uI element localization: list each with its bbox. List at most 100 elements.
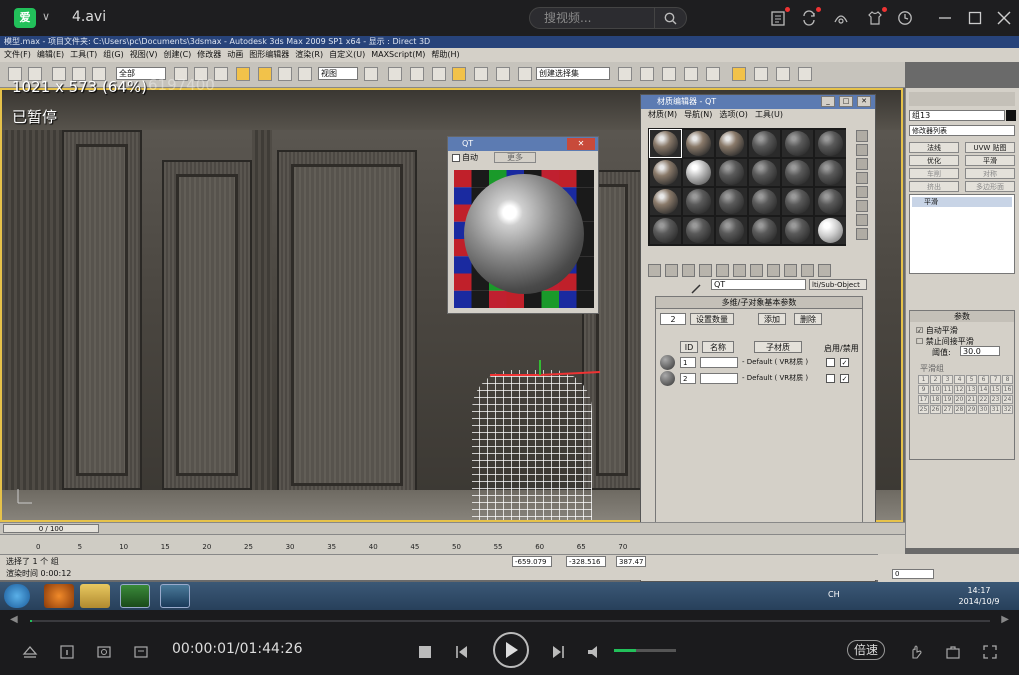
volume-fill [614, 649, 636, 652]
material-slot [649, 129, 682, 158]
toolbox-icon[interactable] [943, 642, 963, 662]
material-slot [815, 217, 846, 244]
timeline-tick-label: 55 [493, 543, 503, 551]
material-name-field: QT [711, 279, 806, 290]
material-editor-window: 材质编辑器 - QT _ □ ✕ 材质(M) 导航(N) 选项(O) 工具(U) QT… [640, 94, 876, 582]
volume-slider[interactable] [614, 649, 676, 652]
play-icon [506, 642, 518, 658]
snapshot-icon[interactable] [94, 642, 114, 662]
smooth-group-button: 11 [942, 385, 953, 394]
maximize-icon[interactable] [966, 9, 984, 27]
material-slot [716, 188, 747, 215]
clock-icon[interactable] [896, 9, 914, 27]
maximize-icon: □ [839, 96, 853, 107]
info-icon[interactable] [57, 642, 77, 662]
animation-controls: 0 [878, 554, 1019, 582]
fullscreen-icon[interactable] [980, 642, 1000, 662]
eject-icon[interactable] [20, 642, 40, 662]
material-slot [815, 130, 846, 157]
reference-coord: 视图 [318, 67, 358, 80]
material-slot [749, 159, 780, 186]
object-name-field: 组13 [909, 110, 1005, 121]
material-slot [749, 188, 780, 215]
auto-label: 自动 [462, 153, 478, 162]
material-slot-sphere [686, 131, 711, 156]
player-app-icon [44, 584, 74, 608]
smooth-group-button: 20 [954, 395, 965, 404]
clock-date: 2014/10/9 [958, 597, 1000, 606]
history-queue-icon[interactable] [769, 7, 790, 27]
submaterial-swatch [660, 371, 675, 386]
minimize-icon[interactable] [936, 9, 954, 27]
rotate-icon [278, 67, 292, 81]
material-slot-sphere [785, 160, 810, 185]
volume-icon[interactable] [585, 642, 605, 662]
checker-cell [559, 170, 577, 188]
app-logo-icon[interactable]: 爱 [14, 8, 36, 28]
threshold-field: 30.0 [960, 346, 1000, 356]
search-input[interactable] [544, 10, 654, 26]
wireframe-ornament [472, 370, 592, 520]
max-menu-item: 动画 [227, 50, 244, 59]
x-coordinate: -659.079 [512, 556, 552, 567]
sort-name-button: 名称 [702, 341, 734, 353]
play-button[interactable] [493, 632, 529, 668]
progress-track[interactable] [30, 620, 990, 622]
material-slot-sphere [653, 131, 678, 156]
timeline-tick-label: 0 [36, 543, 41, 551]
timeline-tick-label: 45 [410, 543, 420, 551]
smooth-group-button: 12 [954, 385, 965, 394]
skin-icon[interactable] [866, 7, 887, 27]
previous-icon[interactable] [452, 642, 472, 662]
submaterial-row: 2 - Default ( VR材质 ) ✓ [660, 371, 856, 386]
checker-cell [576, 290, 594, 308]
gesture-icon[interactable] [832, 9, 850, 27]
material-slot-sphere [818, 131, 843, 156]
smooth-params-rollout: 参数 ☑ 自动平滑 ☐ 禁止间接平滑 阈值: 30.0 平滑组 12345678… [909, 310, 1015, 460]
material-slot-sphere [752, 160, 777, 185]
max-menu-item: 创建(C) [163, 50, 192, 59]
time-slider-thumb: 0 / 100 [3, 524, 99, 533]
seek-back-icon[interactable]: ◀ [10, 614, 18, 625]
checker-cell [489, 290, 507, 308]
set-count-button: 设置数量 [690, 313, 734, 325]
search-button[interactable] [654, 7, 686, 29]
timeline-tick-label: 60 [535, 543, 545, 551]
status-selected: 选择了 1 个 组 -659.079 -328.516 387.47 [0, 554, 905, 568]
render-setup-icon [754, 67, 768, 81]
delete-button: 删除 [794, 313, 822, 325]
material-slot [749, 217, 780, 244]
checker-cell [576, 170, 594, 188]
sync-icon[interactable] [800, 7, 821, 27]
material-slot-sphere [686, 189, 711, 214]
material-slot [650, 159, 681, 186]
checker-background [454, 170, 594, 308]
close-icon[interactable] [995, 9, 1013, 27]
smooth-group-button: 19 [942, 395, 953, 404]
smooth-group-button: 28 [954, 405, 965, 414]
timeline-tick-label: 10 [119, 543, 129, 551]
chevron-down-icon[interactable]: ∨ [42, 10, 50, 23]
smooth-group-button: 2 [930, 375, 941, 384]
seek-forward-icon[interactable]: ▶ [1001, 614, 1009, 625]
hand-gesture-icon[interactable] [906, 642, 926, 662]
search-box [529, 7, 687, 29]
modifier-button: 挤出 [909, 181, 959, 192]
material-editor-menu: 材质(M) 导航(N) 选项(O) 工具(U) [641, 109, 875, 121]
next-icon[interactable] [548, 642, 568, 662]
modifier-button: 法线 [909, 142, 959, 153]
speed-button[interactable]: 倍速 [847, 640, 885, 660]
smooth-group-button: 1 [918, 375, 929, 384]
material-slot [815, 188, 846, 215]
submaterial-name-field [700, 373, 738, 384]
stop-icon[interactable] [415, 642, 435, 662]
mirror-icon [618, 67, 632, 81]
screen-record-icon[interactable] [131, 642, 151, 662]
max-menu-item: 组(G) [103, 50, 124, 59]
material-slot [683, 217, 714, 244]
smooth-group-button: 16 [1002, 385, 1013, 394]
material-slot [815, 159, 846, 186]
axis-tripod-icon [17, 489, 32, 504]
material-slot [650, 217, 681, 244]
video-frame[interactable]: 模型.max - 项目文件夹: C:\Users\pc\Documents\3d… [0, 36, 1019, 610]
